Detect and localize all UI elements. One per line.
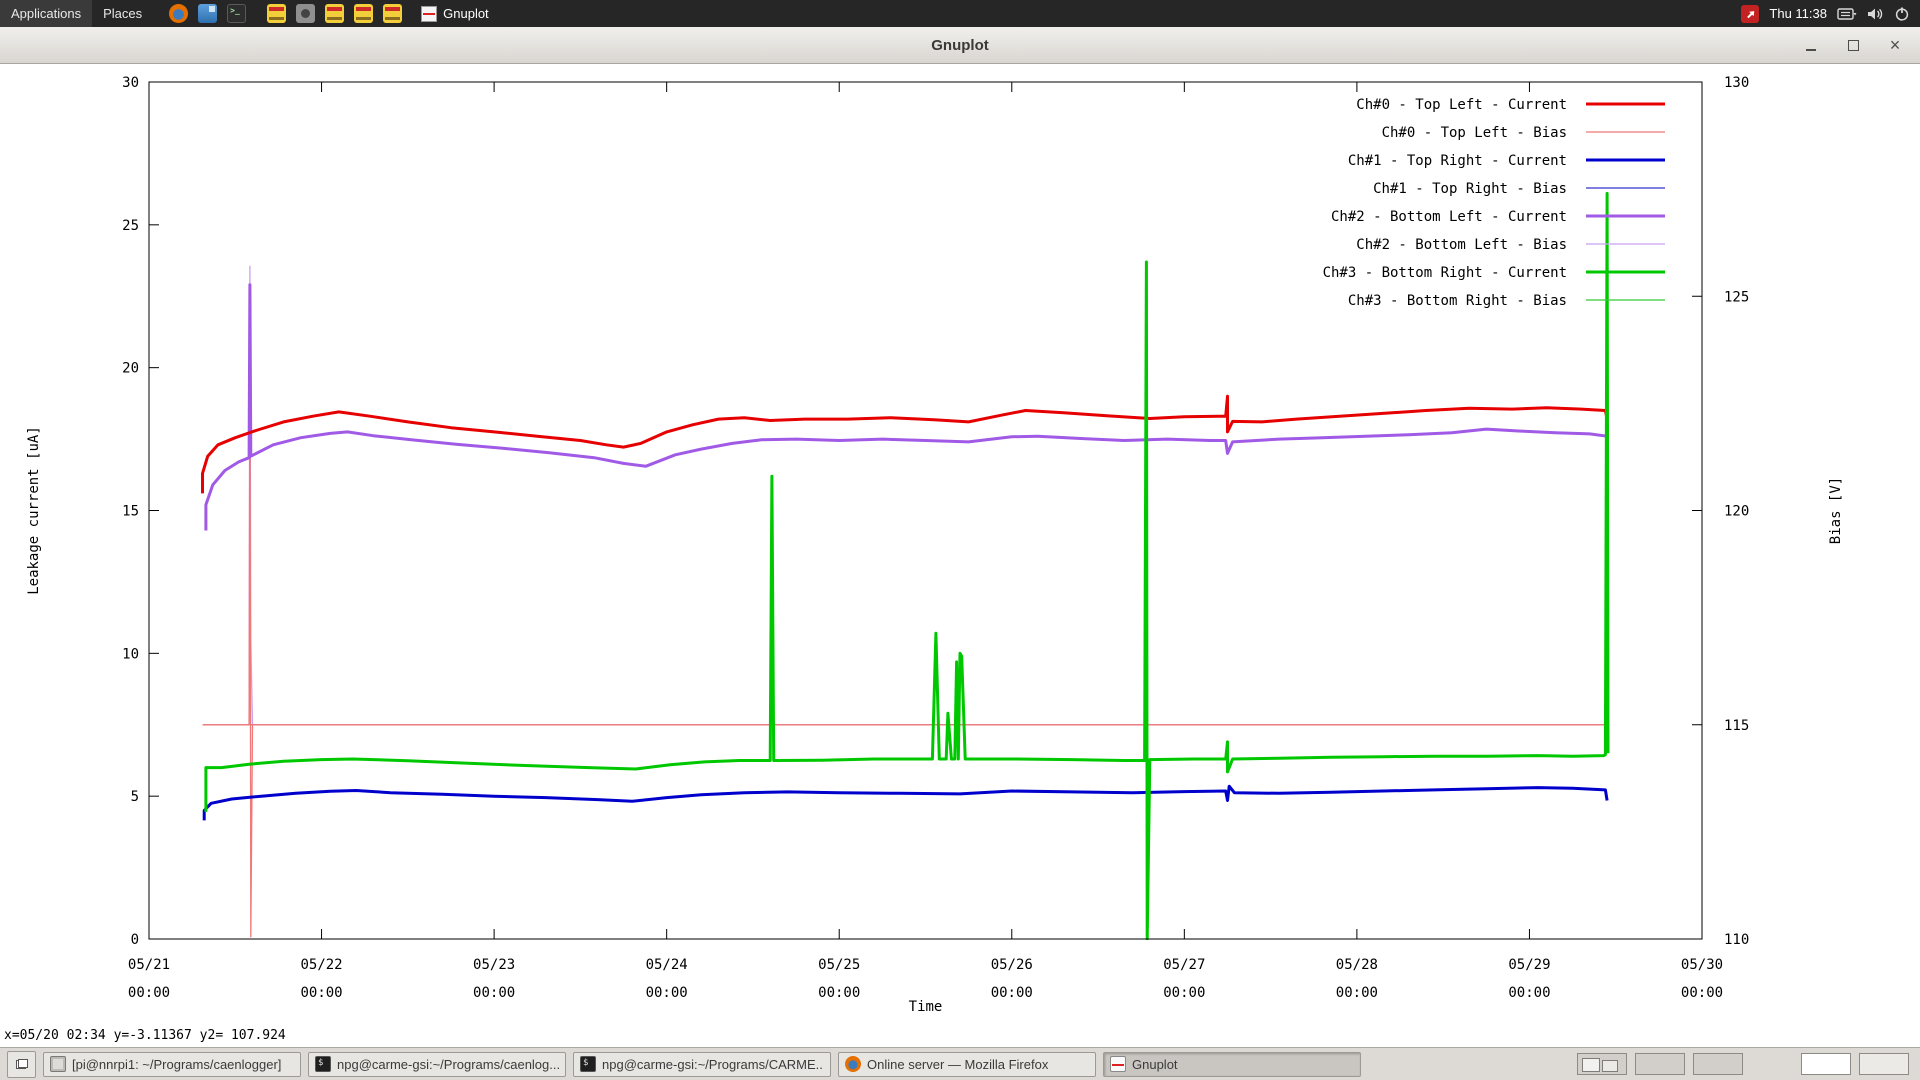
- svg-text:00:00: 00:00: [991, 985, 1033, 1001]
- svg-text:0: 0: [131, 932, 139, 948]
- active-window-indicator[interactable]: Gnuplot: [421, 6, 489, 22]
- svg-text:Ch#2 - Bottom Left - Bias: Ch#2 - Bottom Left - Bias: [1356, 237, 1567, 253]
- xterm-icon-4[interactable]: [383, 4, 402, 23]
- gnuplot-icon: [1110, 1056, 1126, 1072]
- mouse-coordinate-readout: x=05/20 02:34 y=-3.11367 y2= 107.924: [4, 1028, 286, 1043]
- terminal-icon: [315, 1056, 331, 1072]
- svg-text:00:00: 00:00: [1681, 985, 1723, 1001]
- taskbar-item-gnuplot[interactable]: Gnuplot: [1103, 1052, 1361, 1077]
- svg-text:25: 25: [122, 218, 139, 234]
- workspace-cell-1[interactable]: [1577, 1053, 1627, 1075]
- svg-text:05/28: 05/28: [1336, 957, 1378, 973]
- svg-text:Time: Time: [909, 999, 943, 1015]
- power-icon[interactable]: [1894, 6, 1910, 22]
- taskbar-item-terminal-2[interactable]: npg@carme-gsi:~/Programs/caenlog...: [308, 1052, 566, 1077]
- xterm-icon-3[interactable]: [354, 4, 373, 23]
- svg-text:115: 115: [1724, 718, 1749, 734]
- svg-text:00:00: 00:00: [818, 985, 860, 1001]
- taskbar-item-terminal-1[interactable]: [pi@nnrpi1: ~/Programs/caenlogger]: [43, 1052, 301, 1077]
- minimize-button[interactable]: [1800, 34, 1822, 56]
- svg-text:00:00: 00:00: [1336, 985, 1378, 1001]
- arrow-icon: [1744, 8, 1756, 20]
- applications-menu[interactable]: Applications: [0, 0, 92, 27]
- firefox-icon[interactable]: [169, 4, 188, 23]
- svg-text:05/21: 05/21: [128, 957, 170, 973]
- svg-text:00:00: 00:00: [1163, 985, 1205, 1001]
- restore-windows-button[interactable]: [7, 1051, 36, 1078]
- svg-text:05/24: 05/24: [646, 957, 688, 973]
- taskbar-item-label: [pi@nnrpi1: ~/Programs/caenlogger]: [72, 1057, 281, 1072]
- terminal-icon: [580, 1056, 596, 1072]
- svg-text:05/23: 05/23: [473, 957, 515, 973]
- svg-text:Ch#1 - Top Right - Current: Ch#1 - Top Right - Current: [1348, 153, 1567, 169]
- svg-text:125: 125: [1724, 289, 1749, 305]
- clock[interactable]: Thu 11:38: [1769, 6, 1827, 21]
- svg-text:Ch#2 - Bottom Left - Current: Ch#2 - Bottom Left - Current: [1331, 209, 1567, 225]
- top-panel: Applications Places Gnuplot Thu 11:38: [0, 0, 1920, 27]
- taskbar-item-terminal-3[interactable]: npg@carme-gsi:~/Programs/CARME...: [573, 1052, 831, 1077]
- xterm-icon-1[interactable]: [267, 4, 286, 23]
- firefox-icon: [845, 1056, 861, 1072]
- svg-text:Leakage current [uA]: Leakage current [uA]: [26, 426, 42, 595]
- svg-text:05/22: 05/22: [300, 957, 342, 973]
- taskbar-item-firefox[interactable]: Online server — Mozilla Firefox: [838, 1052, 1096, 1077]
- svg-text:30: 30: [122, 75, 139, 91]
- update-notifier-icon[interactable]: [1741, 5, 1759, 23]
- svg-text:05/30: 05/30: [1681, 957, 1723, 973]
- window-titlebar[interactable]: Gnuplot ×: [0, 27, 1920, 64]
- close-button[interactable]: ×: [1884, 34, 1906, 56]
- svg-text:00:00: 00:00: [646, 985, 688, 1001]
- gnuplot-icon: [421, 6, 437, 22]
- svg-text:05/26: 05/26: [991, 957, 1033, 973]
- svg-text:00:00: 00:00: [473, 985, 515, 1001]
- svg-text:00:00: 00:00: [300, 985, 342, 1001]
- window-title: Gnuplot: [931, 37, 988, 54]
- workspace-cell-2[interactable]: [1635, 1053, 1685, 1075]
- svg-text:00:00: 00:00: [1508, 985, 1550, 1001]
- svg-text:05/27: 05/27: [1163, 957, 1205, 973]
- taskbar: [pi@nnrpi1: ~/Programs/caenlogger] npg@c…: [0, 1047, 1920, 1080]
- volume-icon[interactable]: [1867, 6, 1884, 22]
- taskbar-item-label: Online server — Mozilla Firefox: [867, 1057, 1048, 1072]
- taskbar-item-label: Gnuplot: [1132, 1057, 1178, 1072]
- workspace-cell-3[interactable]: [1693, 1053, 1743, 1075]
- files-icon[interactable]: [198, 4, 217, 23]
- svg-text:130: 130: [1724, 75, 1749, 91]
- gnuplot-window-content: 05/21 00:00 05/22 00:00 05/23 00:00 05/24 00:00…: [0, 64, 1920, 1047]
- workspace-indicator-active[interactable]: [1801, 1053, 1851, 1075]
- svg-text:05/25: 05/25: [818, 957, 860, 973]
- taskbar-item-label: npg@carme-gsi:~/Programs/CARME...: [602, 1057, 824, 1072]
- gnuplot-chart[interactable]: 05/21 00:00 05/22 00:00 05/23 00:00 05/24 00:00…: [0, 64, 1920, 1047]
- svg-text:Ch#0 - Top Left - Current: Ch#0 - Top Left - Current: [1356, 97, 1567, 113]
- svg-text:20: 20: [122, 361, 139, 377]
- screenshot-icon[interactable]: [296, 4, 315, 23]
- svg-text:Ch#3 - Bottom Right - Bias: Ch#3 - Bottom Right - Bias: [1348, 293, 1567, 309]
- keyboard-indicator-icon[interactable]: [1837, 6, 1857, 22]
- svg-text:10: 10: [122, 646, 139, 662]
- xterm-icon-2[interactable]: [325, 4, 344, 23]
- svg-text:05/29: 05/29: [1508, 957, 1550, 973]
- windows-icon: [16, 1059, 28, 1069]
- svg-text:00:00: 00:00: [128, 985, 170, 1001]
- taskbar-item-label: npg@carme-gsi:~/Programs/caenlog...: [337, 1057, 559, 1072]
- svg-text:Ch#3 - Bottom Right - Current: Ch#3 - Bottom Right - Current: [1323, 265, 1567, 281]
- svg-text:15: 15: [122, 504, 139, 520]
- terminal-icon[interactable]: [227, 4, 246, 23]
- workspace-indicator[interactable]: [1859, 1053, 1909, 1075]
- active-window-label: Gnuplot: [443, 6, 489, 21]
- svg-text:5: 5: [131, 789, 139, 805]
- svg-text:Ch#0 - Top Left - Bias: Ch#0 - Top Left - Bias: [1382, 125, 1567, 141]
- svg-text:120: 120: [1724, 504, 1749, 520]
- svg-text:110: 110: [1724, 932, 1749, 948]
- svg-text:Ch#1 - Top Right - Bias: Ch#1 - Top Right - Bias: [1373, 181, 1567, 197]
- terminal-icon: [50, 1056, 66, 1072]
- svg-text:Bias [V]: Bias [V]: [1828, 477, 1844, 544]
- maximize-button[interactable]: [1842, 34, 1864, 56]
- places-menu[interactable]: Places: [92, 0, 153, 27]
